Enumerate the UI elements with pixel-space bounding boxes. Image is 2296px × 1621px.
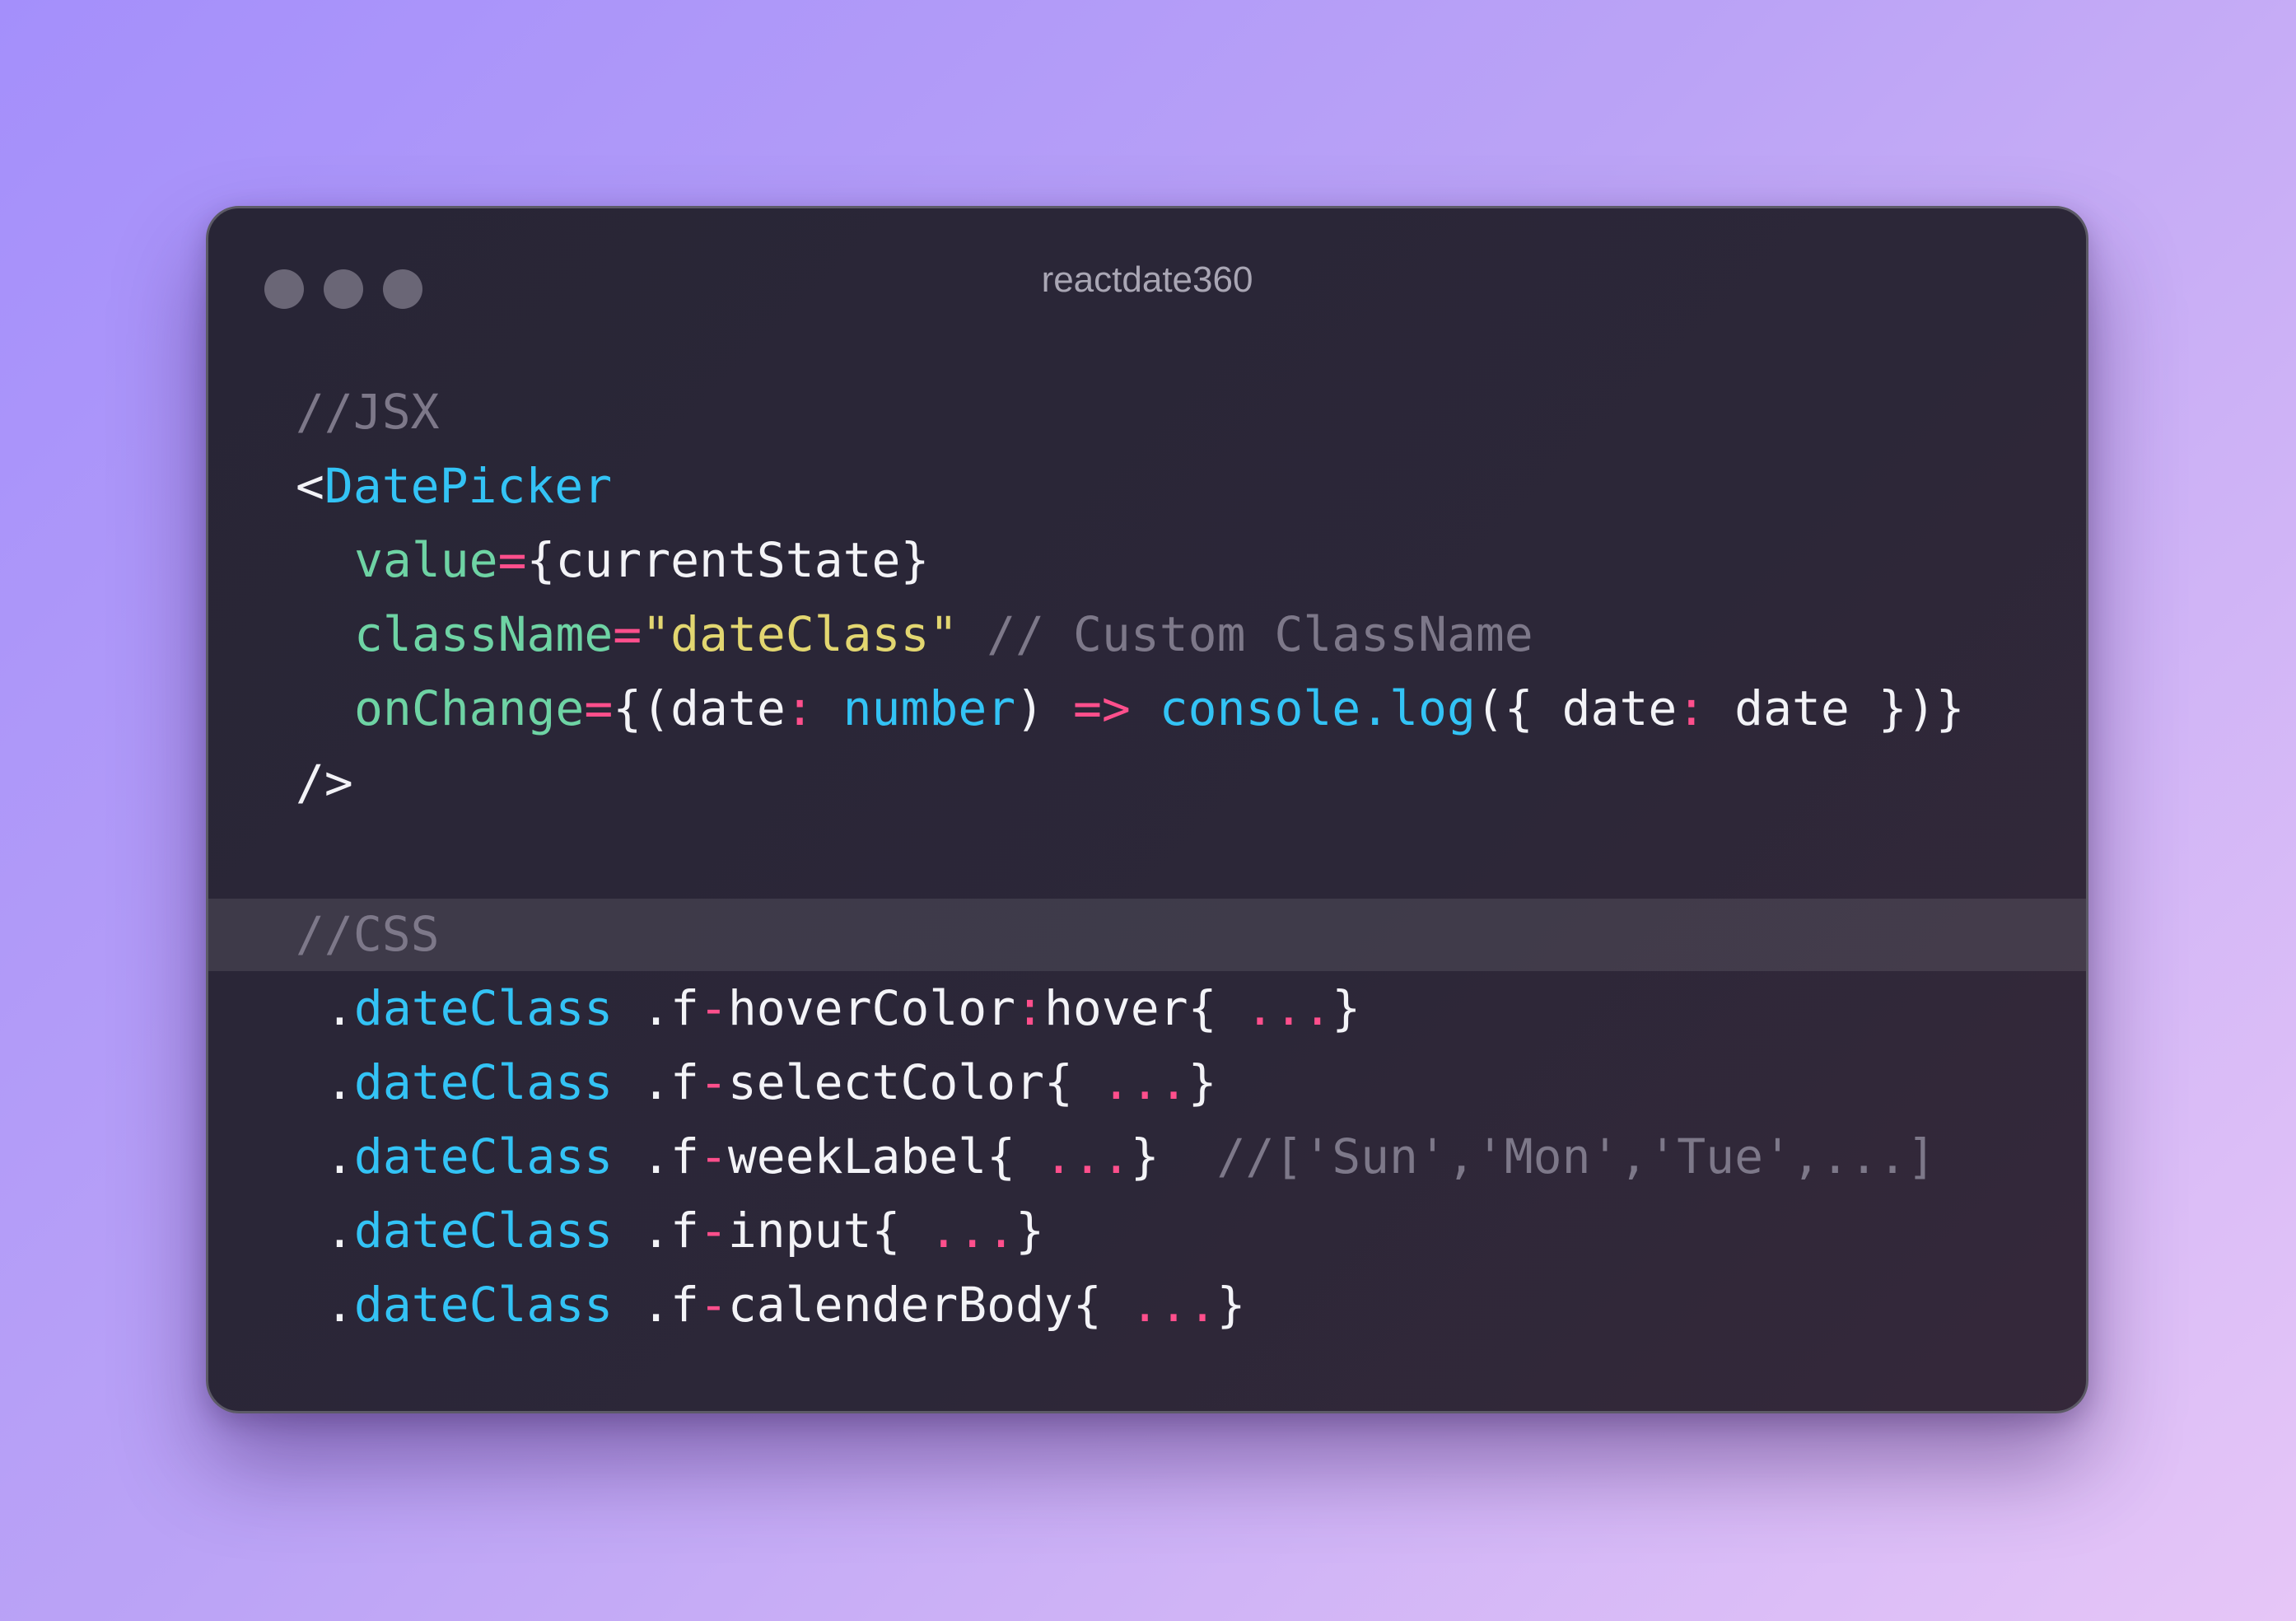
value-expr: {currentState} (526, 532, 930, 588)
equals: = (613, 606, 642, 662)
ellipsis: ... (1130, 1277, 1217, 1333)
css-class: dateClass (353, 1054, 614, 1110)
css-class: dateClass (353, 980, 614, 1036)
paren-close: ) (1015, 680, 1045, 736)
rule-name: calenderBody (727, 1277, 1073, 1333)
f-prefix: .f (642, 1277, 699, 1333)
brace-close: } (1015, 1203, 1045, 1259)
dash: - (698, 980, 728, 1036)
pseudo: hover (1044, 980, 1188, 1036)
classname-string: "dateClass" (642, 606, 959, 662)
dot: . (325, 980, 354, 1036)
number-type: number (842, 680, 1016, 736)
code-line-value: value={currentState} (354, 536, 929, 584)
ellipsis: ... (929, 1203, 1016, 1259)
code-line-css-rule: .dateClass .f-selectColor{ ...} (325, 1058, 1217, 1106)
window-title: reactdate360 (1041, 259, 1253, 300)
brace-open: { (871, 1203, 930, 1259)
console-log: console.log (1159, 680, 1476, 736)
dot: . (325, 1203, 354, 1259)
dash: - (698, 1203, 728, 1259)
f-prefix: .f (642, 1203, 699, 1259)
dot: . (325, 1054, 354, 1110)
colon: : (785, 680, 814, 736)
dash: - (698, 1277, 728, 1333)
brace-close: } (1216, 1277, 1246, 1333)
dot: . (325, 1277, 354, 1333)
ellipsis: ... (1101, 1054, 1188, 1110)
f-prefix: .f (642, 1054, 699, 1110)
css-class: dateClass (353, 1128, 614, 1184)
brace-close: } (1188, 1054, 1217, 1110)
jsx-comment: //JSX (296, 384, 440, 440)
code-line-onchange: onChange={(date: number) => console.log(… (354, 684, 1965, 732)
arrow: => (1073, 680, 1131, 736)
rule-name: hoverColor (727, 980, 1016, 1036)
brace-open: { (1072, 1277, 1131, 1333)
code-line-classname: className="dateClass" // Custom ClassNam… (354, 610, 1533, 658)
code-line-css-comment: //CSS (296, 910, 440, 958)
code-line-css-rule: .dateClass .f-input{ ...} (325, 1207, 1044, 1254)
ellipsis: ... (1044, 1128, 1131, 1184)
f-prefix: .f (642, 1128, 699, 1184)
brace-close: } (1332, 980, 1361, 1036)
code-line-open-tag: <DatePicker (296, 462, 612, 510)
tag-bracket: < (296, 458, 324, 514)
brace-open: { (1188, 980, 1246, 1036)
dot: . (325, 1128, 354, 1184)
classname-attr: className (354, 606, 614, 662)
code-window: reactdate360 //JSX <DatePicker value={cu… (206, 206, 2088, 1413)
colon: : (1015, 980, 1045, 1036)
rule-name: selectColor (727, 1054, 1044, 1110)
object-open: ({ date (1475, 680, 1678, 736)
dash: - (698, 1054, 728, 1110)
ellipsis: ... (1245, 980, 1332, 1036)
onchange-open: {(date (613, 680, 786, 736)
css-class: dateClass (353, 1277, 614, 1333)
code-line-css-rule: .dateClass .f-hoverColor:hover{ ...} (325, 984, 1360, 1032)
onchange-attr: onChange (354, 680, 585, 736)
classname-comment: // Custom ClassName (987, 606, 1533, 662)
code-line-self-close: /> (296, 759, 353, 806)
rule-name: input (727, 1203, 872, 1259)
self-close: /> (296, 754, 353, 810)
dash: - (698, 1128, 728, 1184)
component-name: DatePicker (324, 458, 613, 514)
object-value: date (1734, 680, 1850, 736)
value-attr: value (354, 532, 498, 588)
code-line-jsx-comment: //JSX (296, 388, 440, 436)
highlighted-line (208, 899, 2086, 971)
css-class: dateClass (353, 1203, 614, 1259)
colon: : (1677, 680, 1706, 736)
brace-close: } (1130, 1128, 1160, 1184)
rule-name: weekLabel (727, 1128, 987, 1184)
css-comment: //CSS (296, 906, 440, 962)
weeklabel-comment: //['Sun','Mon','Tue',...] (1216, 1128, 1936, 1184)
code-line-css-rule: .dateClass .f-weekLabel{ ...} //['Sun','… (325, 1133, 1936, 1180)
equals: = (497, 532, 527, 588)
code-line-css-rule: .dateClass .f-calenderBody{ ...} (325, 1281, 1245, 1329)
equals: = (584, 680, 614, 736)
f-prefix: .f (642, 980, 699, 1036)
brace-open: { (987, 1128, 1045, 1184)
object-close: })} (1878, 680, 1965, 736)
brace-open: { (1044, 1054, 1102, 1110)
